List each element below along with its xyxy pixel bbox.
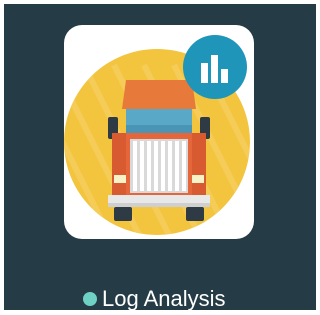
bar-chart-icon <box>183 35 247 99</box>
app-tile-log-analysis[interactable] <box>64 25 254 239</box>
status-dot-icon <box>83 292 97 306</box>
app-name-label: Log Analysis <box>102 286 226 311</box>
app-label-row[interactable]: Log Analysis <box>4 285 320 315</box>
app-panel: Log Analysis <box>4 4 316 311</box>
